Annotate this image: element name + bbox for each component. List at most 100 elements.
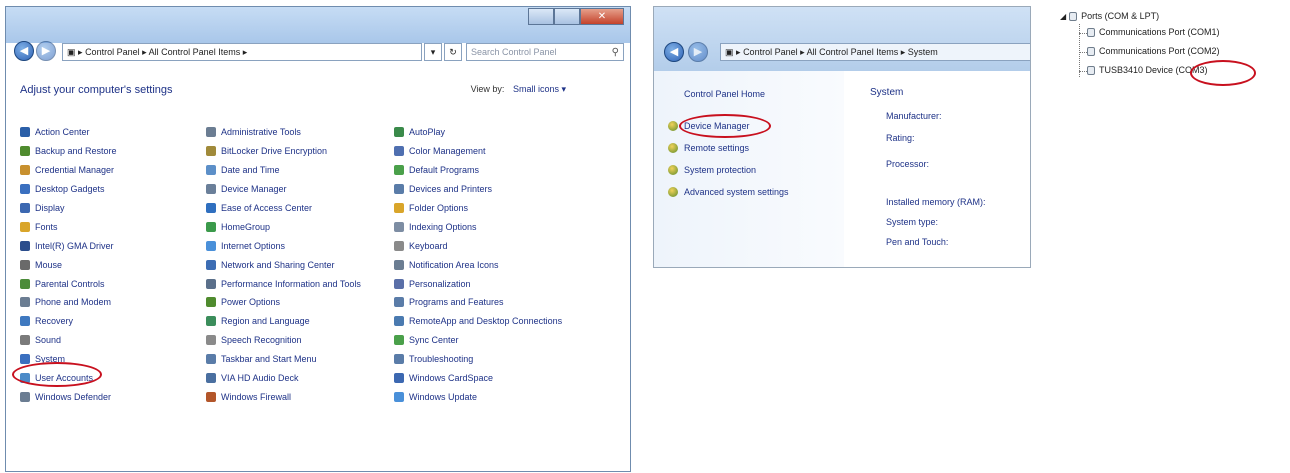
address-dropdown[interactable]: ▾ [424, 43, 442, 61]
cp-item-notification-area-icons[interactable]: Notification Area Icons [394, 255, 562, 274]
programs-and-features-icon [394, 297, 404, 308]
cp-item-label: Keyboard [409, 240, 448, 251]
prop-processor: Processor: [886, 159, 930, 169]
cp-item-indexing-options[interactable]: Indexing Options [394, 217, 562, 236]
prop-installed-memory: Installed memory (RAM): [886, 197, 986, 207]
cp-item-label: Internet Options [221, 240, 286, 251]
breadcrumb-system[interactable]: System [908, 47, 938, 57]
close-icon[interactable]: ✕ [580, 8, 624, 25]
maximize-icon[interactable] [554, 8, 580, 25]
region-and-language-icon [206, 316, 216, 327]
device-com1[interactable]: Communications Port (COM1) [1087, 27, 1220, 37]
administrative-tools-icon [206, 127, 216, 138]
cp-item-via-hd-audio-deck[interactable]: VIA HD Audio Deck [206, 369, 361, 388]
breadcrumb-all-items[interactable]: All Control Panel Items [807, 47, 899, 57]
cp-item-bitlocker-drive-encryption[interactable]: BitLocker Drive Encryption [206, 142, 361, 161]
speech-recognition-icon [206, 335, 216, 346]
system-window: ◀ ▶ ▣ ▸ Control Panel ▸ All Control Pane… [653, 6, 1031, 268]
view-by-dropdown[interactable]: Small icons ▾ [513, 84, 566, 94]
cp-item-device-manager[interactable]: Device Manager [206, 180, 361, 199]
remote-settings-link[interactable]: Remote settings [668, 143, 749, 153]
search-input[interactable]: Search Control Panel ⚲ [466, 43, 624, 61]
control-panel-home-link[interactable]: Control Panel Home [684, 89, 765, 99]
cp-item-label: Backup and Restore [35, 146, 117, 157]
cp-item-programs-and-features[interactable]: Programs and Features [394, 293, 562, 312]
cp-item-region-and-language[interactable]: Region and Language [206, 312, 361, 331]
cp-item-taskbar-and-start-menu[interactable]: Taskbar and Start Menu [206, 350, 361, 369]
cp-item-label: Administrative Tools [221, 127, 301, 138]
tree-line [1079, 24, 1080, 77]
fonts-icon [20, 221, 30, 232]
device-com2[interactable]: Communications Port (COM2) [1087, 46, 1220, 56]
cp-item-color-management[interactable]: Color Management [394, 142, 562, 161]
address-bar[interactable]: ▣ ▸ Control Panel ▸ All Control Panel It… [62, 43, 422, 61]
cp-item-performance-information-and-tools[interactable]: Performance Information and Tools [206, 274, 361, 293]
cp-item-windows-defender[interactable]: Windows Defender [20, 387, 117, 406]
cp-item-internet-options[interactable]: Internet Options [206, 236, 361, 255]
cp-item-parental-controls[interactable]: Parental Controls [20, 274, 117, 293]
cp-item-speech-recognition[interactable]: Speech Recognition [206, 331, 361, 350]
refresh-icon[interactable]: ↻ [444, 43, 462, 61]
cp-item-mouse[interactable]: Mouse [20, 255, 117, 274]
notification-area-icons-icon [394, 259, 404, 270]
back-icon[interactable]: ◀ [664, 42, 684, 62]
computer-icon: ▣ [725, 47, 734, 57]
prop-manufacturer: Manufacturer: [886, 111, 942, 121]
cp-item-display[interactable]: Display [20, 199, 117, 218]
homegroup-icon [206, 221, 216, 232]
cp-item-keyboard[interactable]: Keyboard [394, 236, 562, 255]
cp-item-homegroup[interactable]: HomeGroup [206, 217, 361, 236]
address-bar[interactable]: ▣ ▸ Control Panel ▸ All Control Panel It… [720, 43, 1030, 61]
back-icon[interactable]: ◀ [14, 41, 34, 61]
cp-item-sound[interactable]: Sound [20, 331, 117, 350]
cp-item-label: Action Center [35, 127, 90, 138]
cp-item-folder-options[interactable]: Folder Options [394, 199, 562, 218]
cp-item-personalization[interactable]: Personalization [394, 274, 562, 293]
system-protection-link[interactable]: System protection [668, 165, 756, 175]
forward-icon[interactable]: ▶ [688, 42, 708, 62]
breadcrumb-control-panel[interactable]: Control Panel [743, 47, 798, 57]
autoplay-icon [394, 127, 404, 138]
forward-icon[interactable]: ▶ [36, 41, 56, 61]
cp-item-autoplay[interactable]: AutoPlay [394, 123, 562, 142]
cp-item-label: RemoteApp and Desktop Connections [409, 316, 563, 327]
cp-item-credential-manager[interactable]: Credential Manager [20, 161, 117, 180]
cp-item-sync-center[interactable]: Sync Center [394, 331, 562, 350]
cp-item-devices-and-printers[interactable]: Devices and Printers [394, 180, 562, 199]
cp-item-label: Speech Recognition [221, 335, 302, 346]
breadcrumb-all-items[interactable]: All Control Panel Items [149, 47, 241, 57]
cp-item-administrative-tools[interactable]: Administrative Tools [206, 123, 361, 142]
cp-item-ease-of-access-center[interactable]: Ease of Access Center [206, 199, 361, 218]
shield-icon [668, 143, 678, 153]
cp-item-windows-cardspace[interactable]: Windows CardSpace [394, 369, 562, 388]
breadcrumb-control-panel[interactable]: Control Panel [85, 47, 140, 57]
minimize-icon[interactable] [528, 8, 554, 25]
cp-item-action-center[interactable]: Action Center [20, 123, 117, 142]
date-and-time-icon [206, 165, 216, 176]
cp-item-label: Notification Area Icons [409, 259, 499, 270]
cp-item-label: Desktop Gadgets [35, 184, 105, 195]
cp-item-windows-firewall[interactable]: Windows Firewall [206, 387, 361, 406]
ports-category[interactable]: ◢ Ports (COM & LPT) [1060, 11, 1159, 21]
cp-item-remoteapp-and-desktop-connections[interactable]: RemoteApp and Desktop Connections [394, 312, 562, 331]
cp-item-phone-and-modem[interactable]: Phone and Modem [20, 293, 117, 312]
cp-item-windows-update[interactable]: Windows Update [394, 387, 562, 406]
sound-icon [20, 335, 30, 346]
advanced-system-settings-link[interactable]: Advanced system settings [668, 187, 789, 197]
cp-item-network-and-sharing-center[interactable]: Network and Sharing Center [206, 255, 361, 274]
cp-item-fonts[interactable]: Fonts [20, 217, 117, 236]
cp-item-date-and-time[interactable]: Date and Time [206, 161, 361, 180]
port-icon [1087, 27, 1095, 37]
cp-item-desktop-gadgets[interactable]: Desktop Gadgets [20, 180, 117, 199]
cp-item-label: Taskbar and Start Menu [221, 354, 317, 365]
cp-item-intel-r-gma-driver[interactable]: Intel(R) GMA Driver [20, 236, 117, 255]
view-by: View by: Small icons ▾ [470, 84, 566, 94]
cp-item-recovery[interactable]: Recovery [20, 312, 117, 331]
collapse-icon[interactable]: ◢ [1060, 12, 1066, 21]
cp-item-default-programs[interactable]: Default Programs [394, 161, 562, 180]
cp-item-power-options[interactable]: Power Options [206, 293, 361, 312]
shield-icon [668, 121, 678, 131]
cp-item-backup-and-restore[interactable]: Backup and Restore [20, 142, 117, 161]
cp-item-troubleshooting[interactable]: Troubleshooting [394, 350, 562, 369]
cp-item-label: Network and Sharing Center [221, 259, 335, 270]
